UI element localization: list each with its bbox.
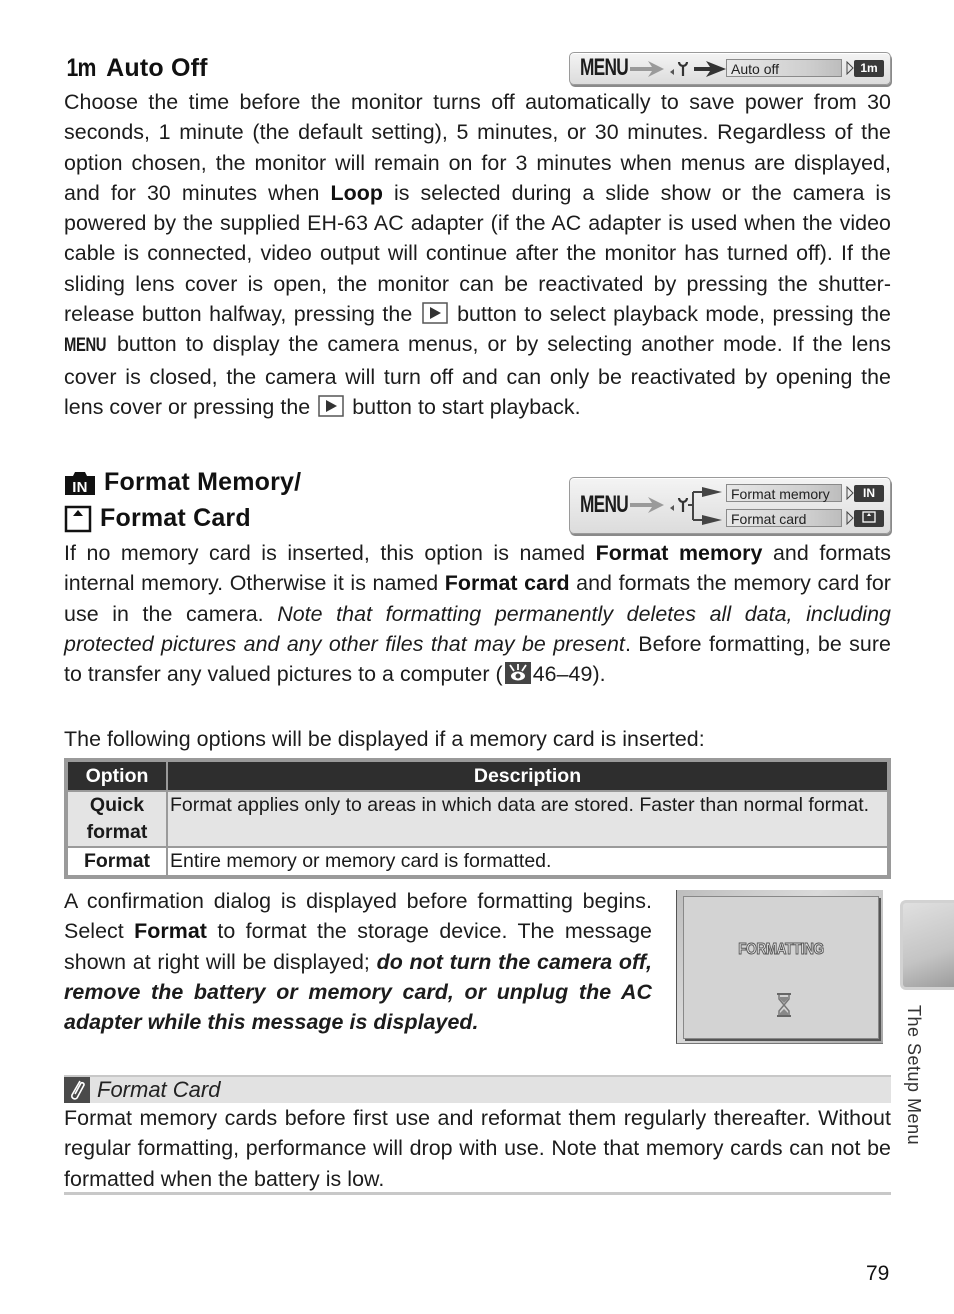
submenu-arrow-icon bbox=[846, 511, 854, 525]
format-memory-menu-item: Format memory bbox=[726, 484, 842, 502]
memory-card-badge bbox=[854, 510, 884, 527]
memory-card-icon bbox=[64, 505, 92, 533]
internal-memory-badge: IN bbox=[854, 485, 884, 502]
formatting-screen-image: FORMATTING bbox=[676, 890, 883, 1044]
format-card-title: Format Card bbox=[100, 504, 251, 532]
format-options-table: Option Description Quick format Format a… bbox=[64, 758, 891, 879]
table-row: Quick format Format applies only to area… bbox=[66, 790, 889, 847]
column-header-description: Description bbox=[167, 760, 889, 791]
options-intro: The following options will be displayed … bbox=[64, 727, 705, 751]
playback-button-icon bbox=[421, 302, 448, 324]
hourglass-icon bbox=[777, 993, 791, 1017]
internal-memory-icon: IN bbox=[64, 470, 96, 496]
memory-card-icon bbox=[862, 511, 876, 523]
note-header: Format Card bbox=[64, 1075, 891, 1103]
table-row: Format Entire memory or memory card is f… bbox=[66, 846, 889, 877]
menu-button-label: MENU bbox=[64, 335, 107, 357]
note-title: Format Card bbox=[97, 1077, 221, 1102]
page-reference-icon bbox=[504, 662, 531, 685]
auto-off-description: Choose the time before the monitor turns… bbox=[64, 90, 891, 419]
format-description: If no memory card is inserted, this opti… bbox=[64, 541, 891, 687]
column-header-option: Option bbox=[66, 760, 168, 791]
submenu-arrow-icon bbox=[846, 61, 854, 75]
format-card-heading: Format Card bbox=[64, 504, 251, 533]
description-cell: Entire memory or memory card is formatte… bbox=[167, 846, 889, 877]
auto-off-title: Auto Off bbox=[106, 54, 208, 82]
loop-term: Loop bbox=[330, 180, 383, 205]
auto-off-menu-item: Auto off bbox=[726, 59, 842, 77]
pencil-note-icon bbox=[64, 1077, 90, 1103]
format-card-menu-item: Format card bbox=[726, 509, 842, 527]
format-memory-term: Format memory bbox=[595, 541, 763, 565]
format-term: Format bbox=[134, 919, 207, 944]
option-cell: Format bbox=[66, 846, 168, 877]
option-cell: Quick format bbox=[66, 790, 168, 847]
menu-branch-arrows-icon bbox=[630, 487, 722, 525]
one-minute-badge: 1m bbox=[854, 60, 884, 77]
one-minute-icon: 1m bbox=[66, 54, 97, 82]
page-reference: 46–49 bbox=[532, 662, 593, 687]
note-divider bbox=[64, 1192, 891, 1195]
note-body: Format memory cards before first use and… bbox=[64, 1106, 891, 1191]
format-menu-path: MENU Format memory Format card IN bbox=[569, 477, 891, 534]
menu-arrows-icon bbox=[630, 61, 726, 77]
confirmation-description: A confirmation dialog is displayed befor… bbox=[64, 889, 653, 1035]
submenu-arrow-icon bbox=[846, 486, 854, 500]
format-card-term: Format card bbox=[444, 571, 570, 596]
format-memory-heading: IN Format Memory/ bbox=[64, 468, 301, 497]
section-tab bbox=[900, 900, 954, 990]
format-memory-title: Format Memory/ bbox=[104, 468, 302, 496]
playback-button-icon bbox=[318, 395, 344, 417]
auto-off-menu-path: MENU Auto off 1m bbox=[569, 52, 891, 85]
description-cell: Format applies only to areas in which da… bbox=[167, 790, 889, 847]
page-number: 79 bbox=[866, 1262, 890, 1285]
table-header-row: Option Description bbox=[66, 760, 889, 791]
menu-label: MENU bbox=[580, 491, 629, 518]
section-tab-label: The Setup Menu bbox=[904, 1005, 924, 1146]
svg-text:IN: IN bbox=[72, 479, 87, 496]
auto-off-heading: 1m Auto Off bbox=[64, 54, 208, 83]
formatting-message: FORMATTING bbox=[738, 941, 825, 959]
menu-label: MENU bbox=[580, 54, 629, 81]
